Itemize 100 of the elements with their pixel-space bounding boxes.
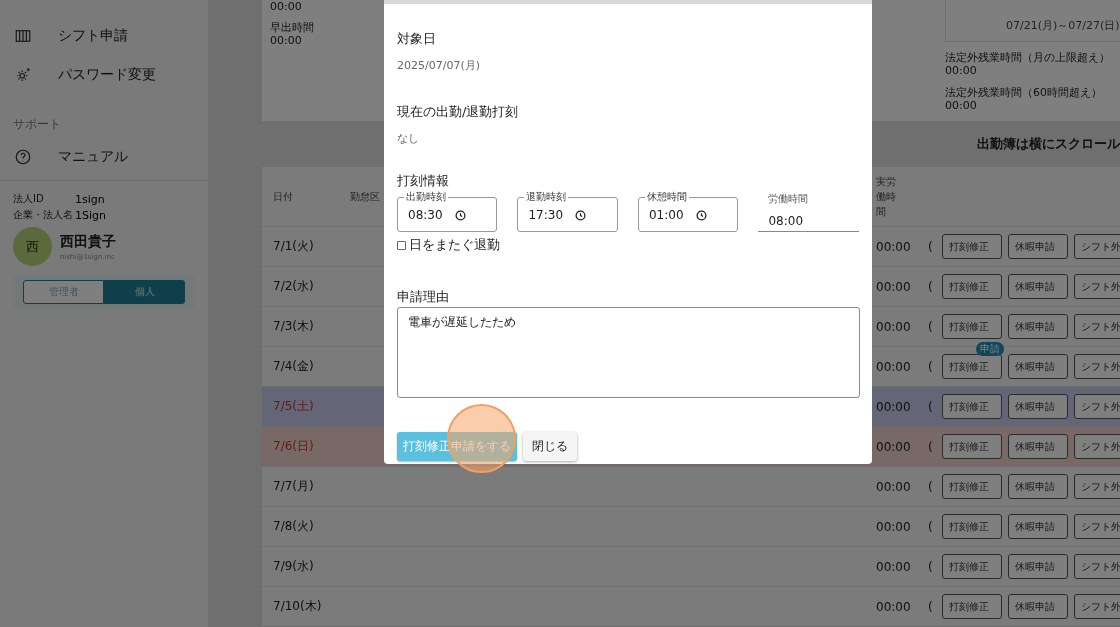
- action-button[interactable]: シフト外: [1074, 514, 1120, 539]
- action-button[interactable]: シフト外: [1074, 234, 1120, 259]
- table-cell: (: [928, 519, 933, 534]
- action-button[interactable]: 休暇申請: [1008, 234, 1068, 259]
- action-button[interactable]: 休暇申請: [1008, 434, 1068, 459]
- checkbox[interactable]: [397, 240, 406, 250]
- week-range: 07/21(月)～07/27(日): [1006, 18, 1120, 33]
- action-button[interactable]: シフト外: [1074, 594, 1120, 619]
- summary-value: 00:00: [270, 0, 302, 13]
- section-label: 打刻情報: [397, 172, 450, 190]
- action-button[interactable]: シフト外: [1074, 274, 1120, 299]
- table-cell: 00:00: [876, 479, 911, 494]
- table-cell: (: [928, 479, 933, 494]
- table-cell: 00:00: [876, 319, 911, 334]
- table-cell: 00:00: [876, 519, 911, 534]
- role-toggle-button[interactable]: 個人: [104, 280, 185, 304]
- field-value: 2025/07/07(月): [397, 58, 481, 73]
- table-cell: (: [928, 279, 933, 294]
- overtime-value: 00:00: [945, 99, 978, 112]
- time-field[interactable]: 出勤時刻 08:30: [397, 191, 498, 232]
- date-cell: 7/2(水): [273, 278, 314, 295]
- action-button[interactable]: シフト外: [1074, 554, 1120, 579]
- table-cell: (: [928, 239, 933, 254]
- action-button[interactable]: 打刻修正: [942, 314, 1002, 339]
- clock-icon: [454, 209, 466, 221]
- duration-field[interactable]: 労働時間 08:00: [758, 192, 859, 232]
- clock-icon: [695, 209, 707, 221]
- action-button[interactable]: シフト外: [1074, 314, 1120, 339]
- column-header: 勤怠区: [350, 189, 380, 204]
- status-badge: 申請: [976, 342, 1004, 356]
- table-cell: (: [928, 559, 933, 574]
- action-button[interactable]: 打刻修正: [942, 554, 1002, 579]
- action-button[interactable]: 休暇申請: [1008, 514, 1068, 539]
- time-field[interactable]: 休憩時間 01:00: [637, 191, 739, 232]
- avatar: 西: [13, 227, 52, 266]
- action-button[interactable]: 休暇申請: [1008, 474, 1068, 499]
- time-field[interactable]: 退勤時刻 17:30: [517, 191, 618, 232]
- action-button[interactable]: 休暇申請: [1008, 314, 1068, 339]
- date-cell: 7/6(日): [273, 438, 314, 455]
- close-button[interactable]: 閉じる: [523, 432, 577, 461]
- scroll-hint: 出勤簿は横にスクロール: [977, 134, 1120, 153]
- table-cell: 00:00: [876, 439, 911, 454]
- column-header: 日付: [273, 189, 293, 204]
- table-cell: 00:00: [876, 599, 911, 614]
- action-button[interactable]: 打刻修正: [942, 234, 1002, 259]
- date-cell: 7/7(月): [273, 478, 314, 495]
- overtime-label: 法定外残業時間（月の上限超え）: [945, 51, 1111, 64]
- action-button[interactable]: 打刻修正: [942, 434, 1002, 459]
- table-cell: (: [928, 359, 933, 374]
- table-cell: (: [928, 319, 933, 334]
- date-cell: 7/9(水): [273, 558, 314, 575]
- action-button[interactable]: 打刻修正: [942, 514, 1002, 539]
- help-icon: [14, 147, 32, 166]
- sidebar-item[interactable]: パスワード変更: [0, 55, 208, 94]
- table-cell: (: [928, 399, 933, 414]
- field-label: 現在の出勤/退勤打刻: [397, 103, 520, 121]
- field-value: 1Sign: [75, 208, 106, 222]
- field-label: 対象日: [397, 30, 437, 48]
- summary-value: 00:00: [270, 34, 302, 47]
- action-button[interactable]: 休暇申請: [1008, 554, 1068, 579]
- checkbox-label: 日をまたぐ退勤: [409, 236, 500, 254]
- action-button[interactable]: 休暇申請: [1008, 354, 1068, 379]
- action-button[interactable]: シフト外: [1074, 354, 1120, 379]
- table-cell: (: [928, 599, 933, 614]
- table-cell: 00:00: [876, 359, 911, 374]
- action-button[interactable]: 打刻修正: [942, 354, 1002, 379]
- action-button[interactable]: シフト外: [1074, 434, 1120, 459]
- action-button[interactable]: 休暇申請: [1008, 594, 1068, 619]
- action-button[interactable]: 休暇申請: [1008, 394, 1068, 419]
- field-value: 1sign: [75, 192, 105, 206]
- action-button[interactable]: 打刻修正: [942, 274, 1002, 299]
- date-cell: 7/5(土): [273, 398, 314, 415]
- action-button[interactable]: 打刻修正: [942, 474, 1002, 499]
- action-button[interactable]: 打刻修正: [942, 394, 1002, 419]
- field-label: 法人ID: [13, 192, 45, 206]
- action-button[interactable]: 休暇申請: [1008, 274, 1068, 299]
- table-cell: 00:00: [876, 279, 911, 294]
- table-cell: 00:00: [876, 559, 911, 574]
- table-cell: 00:00: [876, 399, 911, 414]
- date-cell: 7/10(木): [273, 598, 322, 615]
- overtime-label: 法定外残業時間（60時間超え）: [945, 86, 1103, 99]
- column-header: 実労働時間: [876, 175, 897, 219]
- action-button[interactable]: 打刻修正: [942, 594, 1002, 619]
- field-value: なし: [397, 131, 420, 146]
- date-cell: 7/4(金): [273, 358, 314, 375]
- summary-label: 早出時間: [270, 21, 314, 34]
- clock-icon: [575, 209, 587, 221]
- overtime-value: 00:00: [945, 64, 978, 77]
- settings-icon: [14, 65, 32, 84]
- reason-field[interactable]: 電車が遅延したため: [397, 307, 860, 398]
- action-button[interactable]: シフト外: [1074, 394, 1120, 419]
- sidebar-item[interactable]: マニュアル: [0, 137, 208, 176]
- field-label: 企業・法人名: [13, 208, 74, 222]
- table-cell: 00:00: [876, 239, 911, 254]
- table-cell: (: [928, 439, 933, 454]
- action-button[interactable]: シフト外: [1074, 474, 1120, 499]
- date-cell: 7/1(火): [273, 238, 314, 255]
- date-cell: 7/3(木): [273, 318, 314, 335]
- field-label: 申請理由: [397, 288, 450, 306]
- sidebar-item[interactable]: シフト申請: [0, 16, 208, 55]
